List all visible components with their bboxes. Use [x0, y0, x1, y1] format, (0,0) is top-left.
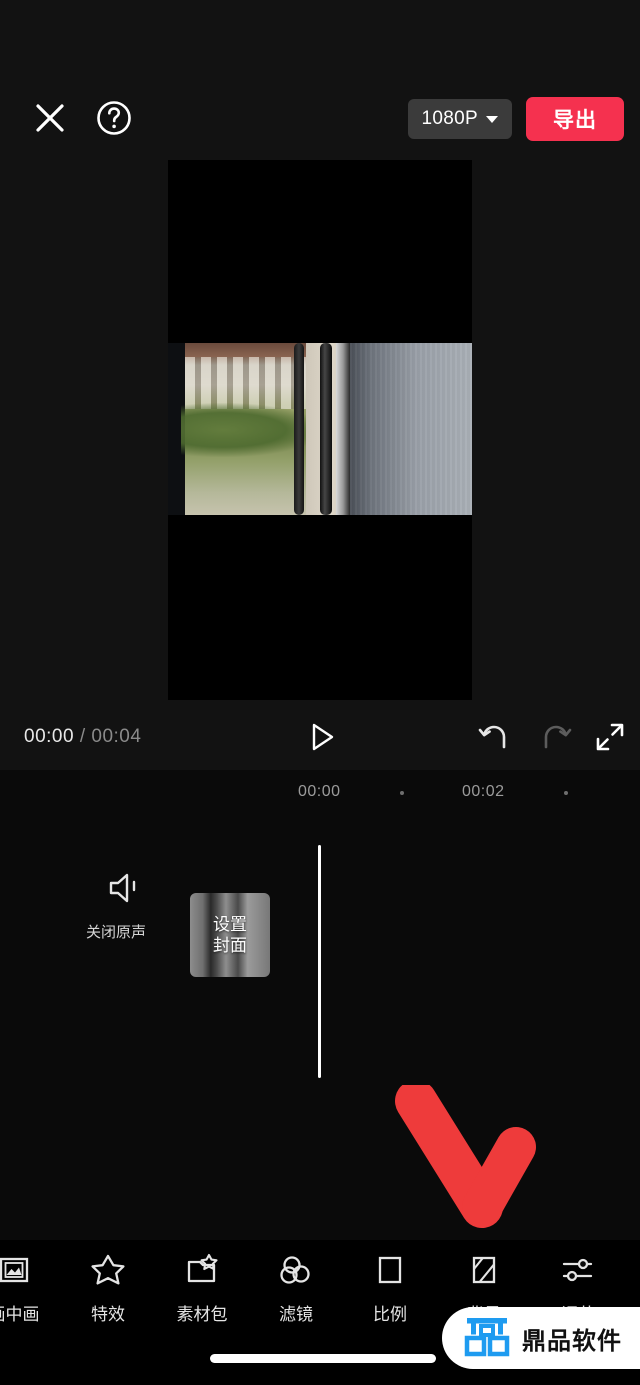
home-indicator — [210, 1354, 436, 1363]
toolbar-label-picture-in-picture: 画中画 — [0, 1305, 40, 1324]
current-time: 00:00 — [24, 726, 75, 747]
video-door-handle-left — [294, 343, 304, 515]
background-stripes-icon — [438, 1248, 530, 1292]
aspect-ratio-square-icon — [344, 1248, 436, 1292]
toolbar-item-aspect-ratio[interactable]: 比例 — [344, 1248, 436, 1325]
preview-area — [0, 160, 640, 705]
export-button[interactable]: 导出 — [526, 97, 624, 141]
toolbar-label-filter: 滤镜 — [279, 1305, 313, 1324]
mute-original-audio-button[interactable]: 关闭原声 — [86, 870, 154, 942]
set-cover-button[interactable]: 设置 封面 — [190, 893, 270, 977]
redo-icon[interactable] — [536, 720, 572, 754]
ruler-tick-dot — [400, 791, 404, 795]
chevron-down-icon — [486, 115, 498, 123]
ruler-label-0: 00:00 — [298, 783, 341, 800]
fullscreen-icon[interactable] — [594, 721, 626, 753]
close-icon[interactable] — [30, 98, 70, 138]
toolbar-item-effects[interactable]: 特效 — [62, 1248, 154, 1325]
toolbar-label-aspect-ratio: 比例 — [373, 1305, 407, 1324]
resolution-dropdown[interactable]: 1080P — [407, 99, 512, 139]
adjust-sliders-icon — [532, 1248, 624, 1292]
total-time: 00:04 — [91, 726, 142, 747]
toolbar-label-material-pack: 素材包 — [176, 1305, 228, 1324]
video-wall — [350, 343, 472, 515]
timeline-panel[interactable]: 00:00 00:02 关闭原声 — [0, 770, 640, 1240]
top-bar: 1080P 导出 — [0, 0, 640, 160]
play-icon[interactable] — [303, 719, 339, 755]
time-display: 00:00 / 00:04 — [24, 726, 141, 748]
timeline-ruler[interactable]: 00:00 00:02 — [0, 770, 640, 818]
set-cover-label-line1: 设置 — [213, 914, 247, 934]
star-effects-icon — [62, 1248, 154, 1292]
undo-icon[interactable] — [478, 720, 514, 754]
picture-in-picture-icon — [0, 1248, 60, 1292]
export-button-label: 导出 — [553, 109, 597, 132]
video-frame-content — [168, 343, 472, 515]
video-preview-canvas[interactable] — [168, 160, 472, 700]
resolution-value: 1080P — [421, 108, 478, 129]
watermark-text: 鼎品软件 — [522, 1327, 622, 1355]
help-icon[interactable] — [94, 98, 134, 138]
filter-circles-icon — [250, 1248, 342, 1292]
mute-original-audio-label: 关闭原声 — [85, 924, 146, 941]
toolbar-item-picture-in-picture[interactable]: 画中画 — [0, 1248, 60, 1325]
toolbar-label-effects: 特效 — [91, 1305, 125, 1324]
time-separator: / — [79, 726, 86, 747]
set-cover-label-line2: 封面 — [213, 936, 247, 955]
speaker-mute-icon — [100, 870, 154, 911]
toolbar-item-material-pack[interactable]: 素材包 — [156, 1248, 248, 1325]
material-pack-icon — [156, 1248, 248, 1292]
dingpin-logo-icon — [464, 1313, 510, 1364]
timeline-playhead[interactable] — [318, 845, 321, 1078]
ruler-tick-dot — [564, 791, 568, 795]
player-controls: 00:00 / 00:04 — [0, 705, 640, 770]
video-door-frame — [336, 343, 350, 515]
ruler-label-1: 00:02 — [462, 783, 505, 800]
watermark-badge: 鼎品软件 — [442, 1307, 640, 1369]
video-door-handle-right — [320, 343, 332, 515]
toolbar-item-filter[interactable]: 滤镜 — [250, 1248, 342, 1325]
app-screen: 1080P 导出 00:00 / 00:04 00:00 00:02 关闭原声 … — [0, 0, 640, 1385]
